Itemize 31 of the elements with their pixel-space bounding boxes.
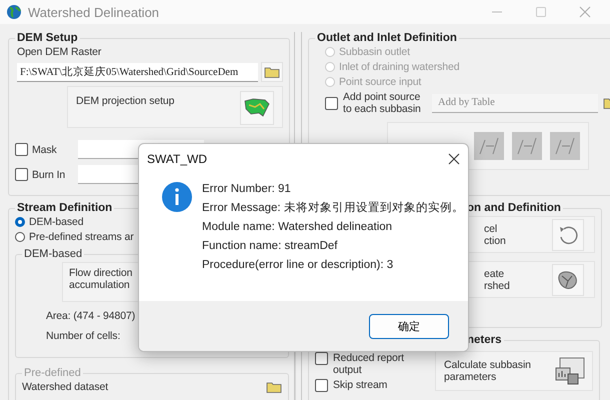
radio-label: Inlet of draining watershed [339, 61, 460, 73]
radio-label: DEM-based [29, 216, 84, 228]
window-title: Watershed Delineation [28, 4, 160, 20]
field-label: Watershed dataset [22, 381, 110, 393]
error-text: Error Number: 91 [202, 182, 292, 197]
checkbox-label: Burn In [32, 168, 66, 180]
flow-label: Flow direction accumulation [69, 267, 132, 291]
checkbox-label: Mask [32, 144, 58, 156]
group-title: Pre-defined [23, 367, 82, 379]
group-title: Outlet and Inlet Definition [316, 32, 458, 44]
action-label: cel ction [484, 222, 506, 246]
group-title: DEM Setup [16, 32, 79, 44]
field-label: Open DEM Raster [17, 46, 102, 58]
projection-label: DEM projection setup [76, 95, 174, 107]
action-label: eate rshed [484, 268, 510, 292]
area-label: Area: (474 - 94807) [46, 310, 136, 322]
group-title: DEM-based [23, 248, 84, 260]
error-text: Function name: streamDef [202, 239, 339, 254]
checkbox-label: Skip stream [333, 379, 388, 391]
cells-label: Number of cells: [46, 330, 122, 342]
checkbox-label: Reduced report output [333, 352, 404, 376]
checkbox-label: Add point source to each subbasin [343, 91, 422, 115]
dialog-title: SWAT_WD [147, 152, 207, 166]
radio-label: Subbasin outlet [339, 46, 410, 58]
radio-label: Point source input [339, 76, 422, 88]
radio-label: Pre-defined streams ar [29, 231, 134, 243]
group-title: Stream Definition [16, 202, 114, 214]
error-text: Error Message: 未将对象引用设置到对象的实例。 [202, 201, 464, 216]
error-text: Module name: Watershed delineation [202, 220, 394, 235]
error-text: Procedure(error line or description): 3 [202, 258, 394, 273]
action-label: Calculate subbasin parameters [444, 359, 531, 383]
